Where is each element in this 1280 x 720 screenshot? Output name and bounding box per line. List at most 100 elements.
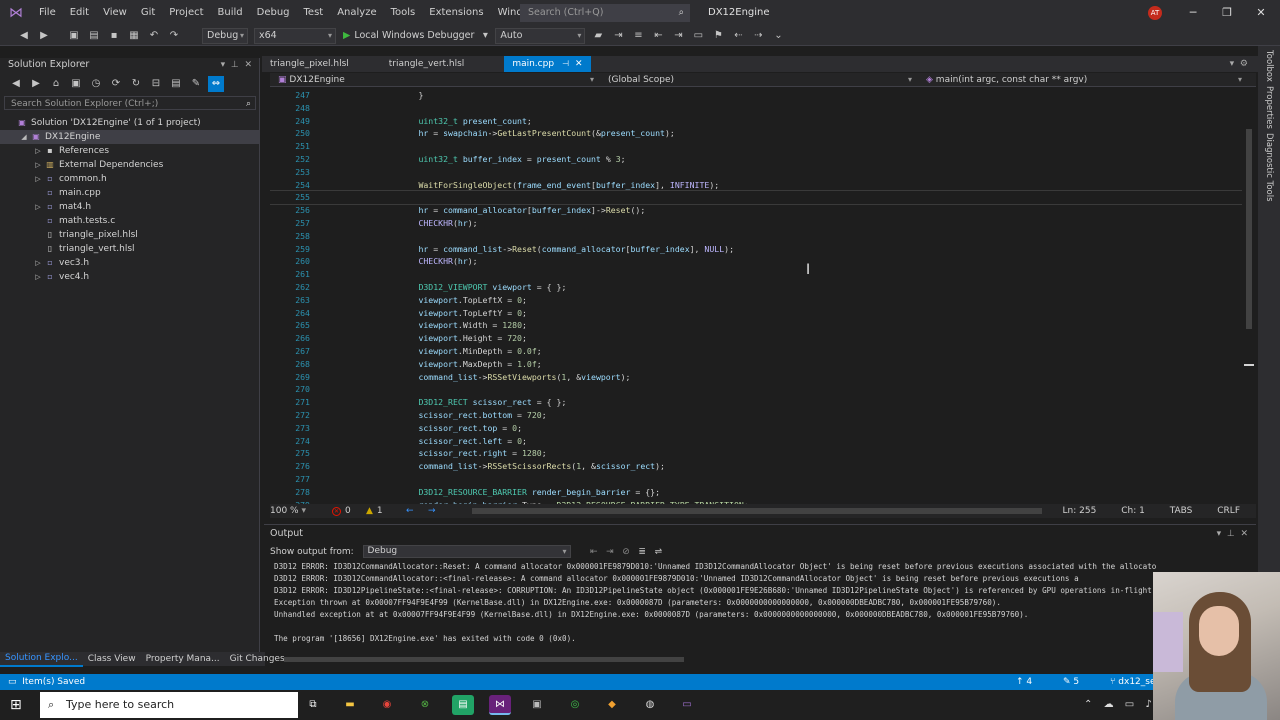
app-icon[interactable]: ▣ [526,695,548,715]
tab-list-icon[interactable]: ▾ [1230,59,1235,69]
bookmark-prev-icon[interactable]: ⇠ [730,28,746,44]
properties-icon[interactable]: ✎ [188,76,204,92]
code-line[interactable]: 248 [270,102,1242,115]
code-line[interactable]: 252 uint32_t buffer_index = present_coun… [270,153,1242,166]
search-icon[interactable]: ⌕ [246,97,251,111]
code-line[interactable]: 270 [270,383,1242,396]
code-line[interactable]: 255 [270,190,1242,206]
code-line[interactable]: 278 D3D12_RESOURCE_BARRIER render_begin_… [270,486,1242,499]
tree-item[interactable]: ▯ triangle_vert.hlsl [0,242,260,256]
new-project-icon[interactable]: ▣ [66,28,82,44]
menu-view[interactable]: View [96,0,134,26]
taskbar-search-input[interactable]: ⌕ Type here to search [40,692,298,718]
git-client-icon[interactable]: ◆ [601,695,623,715]
open-file-icon[interactable]: ▤ [86,28,102,44]
dropdown-icon[interactable]: ▾ [221,60,226,70]
previous-issue-icon[interactable]: ← [406,504,414,518]
refresh-icon[interactable]: ↻ [128,76,144,92]
push-indicator[interactable]: ↑ 4 [1016,677,1046,687]
switch-views-icon[interactable]: ▣ [68,76,84,92]
task-view-icon[interactable]: ⧉ [302,695,324,715]
preview-selected-icon[interactable]: ⇔ [208,76,224,92]
dropdown-icon[interactable]: ▾ [1217,529,1222,539]
code-line[interactable]: 276 command_list->RSSetScissorRects(1, &… [270,460,1242,473]
pin-tab-icon[interactable]: ⊣ [562,59,569,68]
code-line[interactable]: 264 viewport.TopLeftY = 0; [270,307,1242,320]
windows-start-icon[interactable]: ⊞ [10,697,22,713]
forward-icon[interactable]: ▶ [28,76,44,92]
forward-icon[interactable]: ▶ [36,28,52,44]
back-icon[interactable]: ◀ [8,76,24,92]
xbox-icon[interactable]: ⊗ [414,695,436,715]
tree-item[interactable]: ▷ ▫ common.h [0,172,260,186]
code-line[interactable]: 261 [270,268,1242,281]
changes-indicator[interactable]: ✎ 5 [1063,677,1093,687]
code-line[interactable]: 267 viewport.MinDepth = 0.0f; [270,345,1242,358]
doc-tab-0[interactable]: triangle_pixel.hlsl [262,56,357,72]
tool-tab-2[interactable]: Property Mana... [141,652,225,666]
code-line[interactable]: 266 viewport.Height = 720; [270,332,1242,345]
home-icon[interactable]: ⌂ [48,76,64,92]
project-node[interactable]: ◢ ▣ DX12Engine [0,130,260,144]
scope-dropdown[interactable]: (Global Scope) ▾ [600,73,918,87]
save-icon[interactable]: ▪ [106,28,122,44]
back-icon[interactable]: ◀ [16,28,32,44]
side-tab-2[interactable]: Diagnostic Tools [1264,133,1274,202]
toolbar-overflow-icon[interactable]: ⌄ [770,28,786,44]
show-all-files-icon[interactable]: ▤ [168,76,184,92]
terminal-icon[interactable]: ▭ [676,695,698,715]
spreadsheet-app-icon[interactable]: ▤ [452,695,474,715]
indent-icon[interactable]: ⇤ [650,28,666,44]
pin-icon[interactable]: ⊥ [1227,529,1235,539]
pin-icon[interactable]: ⊥ [231,60,239,70]
collapsed-arrow-icon[interactable]: ▷ [32,256,44,270]
menu-build[interactable]: Build [211,0,250,26]
tree-item[interactable]: ▷ ▥ External Dependencies [0,158,260,172]
expanded-arrow-icon[interactable]: ◢ [18,130,30,144]
visual-studio-icon[interactable]: ⋈ [489,695,511,715]
collapsed-arrow-icon[interactable]: ▷ [32,270,44,284]
code-line[interactable]: 256 hr = command_allocator[buffer_index]… [270,204,1242,217]
folder-icon[interactable]: ▰ [590,28,606,44]
bookmark-icon[interactable]: ⚑ [710,28,726,44]
menu-file[interactable]: File [32,0,63,26]
code-line[interactable]: 269 command_list->RSSetViewports(1, &vie… [270,371,1242,384]
line-ending[interactable]: CRLF [1217,506,1240,516]
error-indicator[interactable]: ✕ 0 [332,504,351,518]
next-message-icon[interactable]: ⇥ [606,547,614,557]
start-debugging-button[interactable]: ▶ Local Windows Debugger [343,30,474,41]
obs-icon[interactable]: ◍ [639,695,661,715]
search-input[interactable]: Search (Ctrl+Q) ⌕ [520,4,690,22]
menu-edit[interactable]: Edit [63,0,96,26]
tree-item[interactable]: ▫ main.cpp [0,186,260,200]
tray-chevron-icon[interactable]: ⌃ [1084,699,1092,710]
collapsed-arrow-icon[interactable]: ▷ [32,144,44,158]
code-line[interactable]: 258 [270,230,1242,243]
tree-item[interactable]: ▷ ▪ References [0,144,260,158]
member-dropdown[interactable]: ◈ main(int argc, const char ** argv) ▾ [918,73,1248,87]
step-icon[interactable]: ⇥ [610,28,626,44]
collapsed-arrow-icon[interactable]: ▷ [32,200,44,214]
code-line[interactable]: 260 CHECKHR(hr); [270,255,1242,268]
code-line[interactable]: 262 D3D12_VIEWPORT viewport = { }; [270,281,1242,294]
collapse-all-icon[interactable]: ⊟ [148,76,164,92]
indent-mode[interactable]: TABS [1170,506,1193,516]
output-horizontal-scrollbar[interactable] [278,657,1238,662]
code-line[interactable]: 271 D3D12_RECT scissor_rect = { }; [270,396,1242,409]
collapsed-arrow-icon[interactable]: ▷ [32,172,44,186]
code-editor[interactable]: 247 } 248 249 uint32_t present_count; 250 h… [270,89,1242,504]
close-tab-icon[interactable]: ✕ [575,59,583,69]
project-dropdown[interactable]: ▣ DX12Engine ▾ [270,73,600,87]
code-line[interactable]: 251 [270,140,1242,153]
code-line[interactable]: 254 WaitForSingleObject(frame_end_event[… [270,179,1242,192]
code-line[interactable]: 257 CHECKHR(hr); [270,217,1242,230]
spotify-icon[interactable]: ◎ [564,695,586,715]
scrollbar-thumb[interactable] [472,508,1042,514]
next-issue-icon[interactable]: → [428,504,436,518]
clear-all-icon[interactable]: ⊘ [622,547,630,557]
output-source-select[interactable]: Debug [362,545,571,558]
tool-tab-0[interactable]: Solution Explo... [0,651,83,667]
menu-extensions[interactable]: Extensions [422,0,490,26]
user-avatar[interactable]: AT [1148,6,1162,20]
menu-test[interactable]: Test [297,0,331,26]
